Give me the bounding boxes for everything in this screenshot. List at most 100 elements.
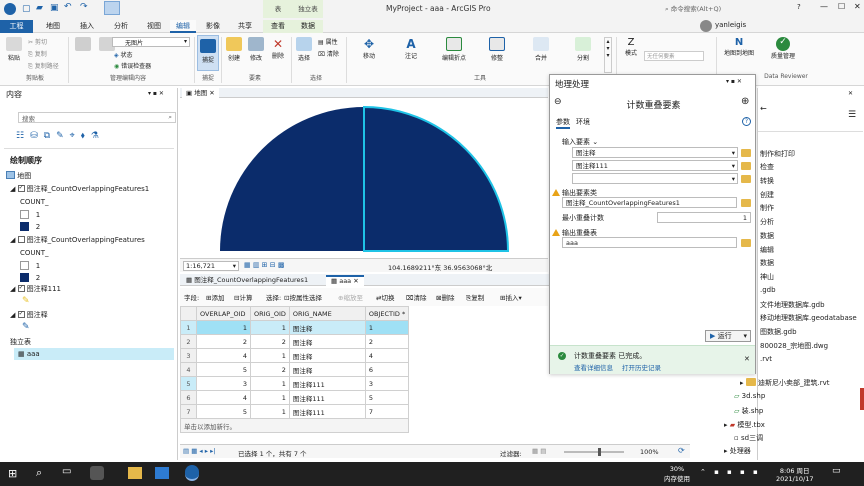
toc-layer-111[interactable]: ◢ 图注释111 [10, 284, 61, 294]
paste-button[interactable]: 粘贴 [4, 37, 24, 62]
undo-icon[interactable]: ↶ [64, 2, 72, 12]
catalog-nav[interactable]: ← [760, 104, 767, 113]
catalog-item[interactable]: 数据 [760, 258, 774, 268]
column-header[interactable]: OBJECTID * [364, 306, 410, 321]
catalog-item[interactable]: ▱ 装.shp [734, 406, 763, 416]
tab-insert[interactable]: 插入 [70, 20, 104, 33]
tab-project[interactable]: 工程 [0, 20, 33, 33]
input-feature-1[interactable]: 图注释 ▾ [572, 147, 738, 158]
chevron-circle-icon[interactable]: ⌄ [592, 138, 598, 146]
catalog-item[interactable]: ▸ 迪斯尼小卖部_建筑.rvt [740, 378, 829, 388]
tab-view-table[interactable]: 查看 [263, 20, 293, 33]
zoom-level[interactable]: 100% [640, 448, 659, 456]
table-row[interactable]: 1 1 1 图注释 1 [180, 320, 410, 335]
modify-button[interactable]: 修改 [246, 37, 266, 62]
layer-visibility-checkbox[interactable] [17, 285, 25, 292]
run-button[interactable]: ▶ 运行 ▾ [705, 330, 751, 342]
catalog-item[interactable]: 转换 [760, 176, 774, 186]
catalog-item[interactable]: 图数据.gdb [760, 327, 797, 337]
task-view-icon[interactable]: ▭ [62, 466, 71, 477]
expand-icon[interactable]: ◢ [10, 185, 15, 193]
catalog-item[interactable]: ▫ sd三调 [734, 433, 763, 443]
template-dropdown[interactable]: 无图片 ▾ [112, 37, 190, 47]
contents-view-toolbar[interactable]: ☷⛁⧉✎⌖⬧⚗ [16, 131, 105, 141]
expand-icon[interactable]: ◢ [10, 285, 15, 293]
command-search[interactable]: ⌕ 命令搜索(Alt+Q) [665, 3, 765, 15]
toc-table-aaa[interactable]: ▦ aaa [14, 348, 174, 360]
tab-table-overlap1[interactable]: ▦ 图注释_CountOverlappingFeatures1 [182, 275, 312, 286]
back-arrow-icon[interactable]: ← [760, 104, 767, 113]
data-source-icon[interactable]: ⛁ [30, 131, 44, 141]
catalog-item[interactable]: .rvt [760, 355, 772, 363]
map-canvas[interactable] [180, 99, 548, 257]
close-icon[interactable]: ✕ [353, 277, 358, 285]
clock[interactable]: 8:06 周日 2021/10/17 [776, 465, 813, 483]
selection-icon[interactable]: ⧉ [44, 131, 56, 141]
attributes-button[interactable]: ▤ 属性 [318, 37, 338, 46]
snap-button[interactable]: 捕捉 [197, 35, 219, 71]
catalog-item[interactable]: 移动地理数据库.geodatabase [760, 313, 857, 323]
toc-layer-overlap1[interactable]: ◢ 图注释_CountOverlappingFeatures1 [10, 184, 149, 194]
windows-start-icon[interactable]: ⊞ [8, 467, 17, 480]
scale-dropdown[interactable]: 1:16,721 ▾ [183, 261, 239, 271]
mode-button[interactable]: Z 模式 [620, 37, 642, 57]
catalog-item[interactable]: 分析 [760, 217, 774, 227]
select-by-attributes-button[interactable]: ⊡按属性选择 [284, 292, 322, 302]
layer-visibility-checkbox[interactable] [17, 311, 25, 318]
tab-map[interactable]: 地图 [36, 20, 70, 33]
minimize-button[interactable]: — [820, 2, 828, 11]
catalog-item[interactable]: 文件地理数据库.gdb [760, 300, 825, 310]
tab-map-view[interactable]: ▣ 地图 ✕ [182, 88, 219, 98]
expand-icon[interactable]: ◢ [10, 311, 15, 319]
maximize-button[interactable]: ☐ [838, 2, 845, 11]
catalog-item[interactable]: ▸ 处理器 [724, 446, 751, 456]
delete-button[interactable]: ✕ 删除 [268, 37, 288, 60]
tray-icons[interactable]: ⌃ ▪ ▪ ▪ ▪ [700, 468, 761, 476]
arcgis-pro-taskbar-icon[interactable] [185, 465, 199, 481]
expand-icon[interactable]: ◢ [10, 236, 15, 244]
add-field-button[interactable]: ⊞添加 [206, 292, 224, 302]
catalog-item[interactable]: 创建 [760, 190, 774, 200]
create-button[interactable]: 创建 [224, 37, 244, 62]
expand-icon[interactable]: ▸ [740, 379, 746, 387]
folder-icon[interactable] [741, 239, 751, 247]
add-row[interactable]: 单击以添加新行。 [179, 418, 410, 433]
view-details-link[interactable]: 查看详细信息 [574, 362, 613, 372]
layer-visibility-checkbox[interactable] [17, 236, 25, 243]
toc-layer-overlap[interactable]: ◢ 图注释_CountOverlappingFeatures [10, 235, 145, 245]
table-row[interactable]: 5 3 1 图注释111 3 [180, 376, 410, 391]
cut-button[interactable]: ✂ 剪切 [28, 37, 47, 46]
tab-analysis[interactable]: 分析 [104, 20, 138, 33]
mode-dropdown[interactable]: 无任何要素 [644, 51, 704, 61]
new-icon[interactable]: ▢ [22, 4, 31, 14]
clear-button[interactable]: ⌧ 清除 [318, 49, 339, 58]
tab-parameters[interactable]: 参数 [556, 117, 570, 129]
catalog-item[interactable]: .gdb [760, 286, 776, 294]
error-inspector-button[interactable]: ◉ 错误检查器 [114, 61, 151, 70]
table-view-icons[interactable]: ▤ ▦ ◂ ▸ ▸| [183, 447, 216, 455]
split-button[interactable]: 分割 [570, 37, 596, 62]
tools-gallery-scroll[interactable]: ▴ ▾ ▾ [604, 37, 612, 73]
polygon-right-selected[interactable] [363, 105, 510, 252]
zoom-to-button[interactable]: ⊕缩放至 [338, 292, 363, 302]
snapping-icon[interactable]: ⌖ [70, 131, 81, 141]
open-icon[interactable]: ▰ [36, 3, 43, 13]
tab-environments[interactable]: 环境 [576, 117, 590, 127]
catalog-item[interactable]: 神山 [760, 272, 774, 282]
catalog-item[interactable]: 检查 [760, 162, 774, 172]
annotate-button[interactable]: A 注记 [398, 37, 424, 60]
tab-share[interactable]: 共享 [230, 20, 260, 33]
pane-controls[interactable]: ▾ ▪ ✕ [726, 78, 742, 85]
charts-icon[interactable]: ⚗ [91, 131, 105, 141]
outlook-icon[interactable] [155, 467, 169, 479]
quick-select-icon[interactable] [104, 1, 120, 15]
editing-icon[interactable]: ✎ [56, 131, 70, 141]
table-row[interactable]: 7 5 1 图注释111 7 [180, 404, 410, 419]
column-header[interactable]: ORIG_OID [250, 306, 290, 321]
copy-rows-button[interactable]: ⎘复制 [466, 292, 484, 303]
help-icon[interactable]: ? [742, 117, 751, 126]
copy-path-button[interactable]: ⎘ 复制路径 [28, 61, 59, 71]
toc-layer-annotation[interactable]: ◢ 图注释 [10, 310, 48, 320]
polygon-left[interactable] [220, 107, 364, 251]
input-feature-2[interactable]: 图注释111 ▾ [572, 160, 738, 171]
